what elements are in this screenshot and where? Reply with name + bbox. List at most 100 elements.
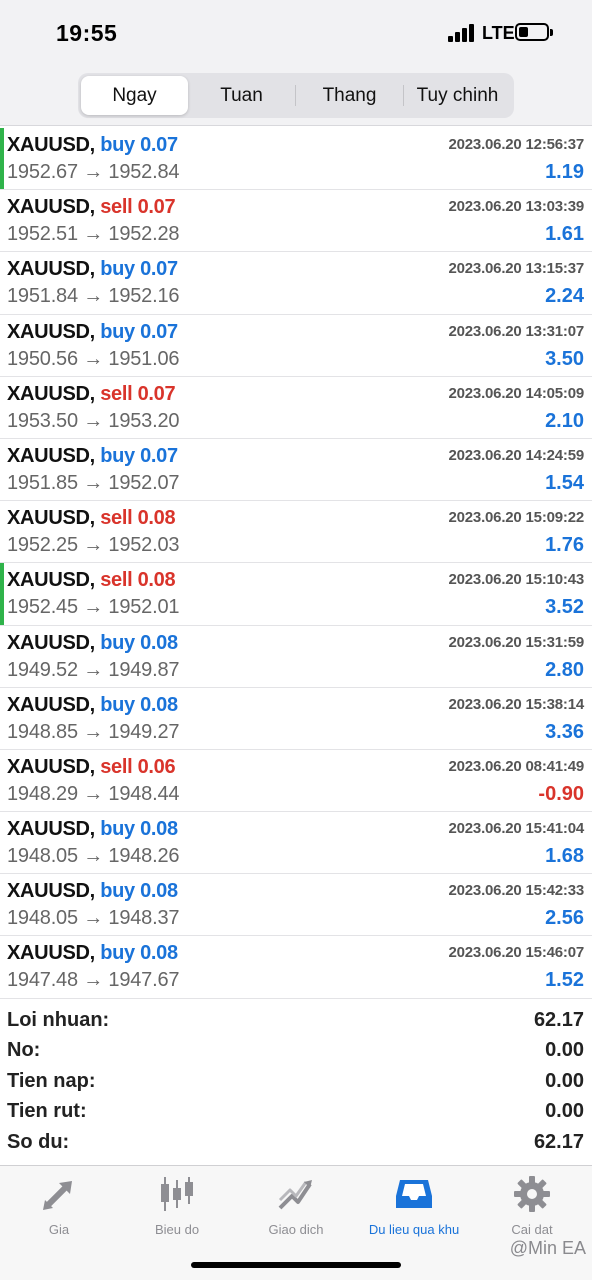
trade-time: 2023.06.20 15:42:33 [448,882,585,900]
symbol-name: XAUUSD, [7,631,95,654]
candlestick-icon [161,1177,193,1211]
trade-prices: 1952.67 → 1952.84 [7,161,180,183]
trade-prices: 1948.05 → 1948.37 [7,907,180,930]
tab-du-lieu-qua-khu[interactable]: Du lieu qua khu [355,1174,473,1244]
summary-label: Loi nhuan: [7,1009,110,1031]
trade-row[interactable]: XAUUSD, buy 0.08 2023.06.20 15:46:07 1947.… [0,936,592,999]
trade-symbol: XAUUSD, buy 0.08 [7,880,178,903]
period-segmented-control: Ngay Tuan Thang Tuy chinh [78,73,514,118]
segment-ngay[interactable]: Ngay [81,76,188,115]
tab-bieu-do[interactable]: Bieu do [118,1174,236,1244]
segment-thang[interactable]: Thang [296,76,403,115]
summary-row: Tien nap: 0.00 [0,1067,592,1097]
summary-value: 0.00 [545,1100,584,1123]
tab-cai-dat[interactable]: Cai dat [473,1174,591,1244]
network-type: LTE [482,23,515,43]
trade-time: 2023.06.20 15:46:07 [448,944,585,962]
trade-symbol: XAUUSD, buy 0.07 [7,134,178,157]
trade-symbol: XAUUSD, buy 0.08 [7,694,178,717]
trade-time: 2023.06.20 13:31:07 [448,322,585,340]
symbol-name: XAUUSD, [7,755,95,778]
trade-direction: sell 0.08 [100,507,176,530]
trade-time: 2023.06.20 14:24:59 [448,446,585,464]
trade-direction: buy 0.07 [100,134,178,156]
trade-time: 2023.06.20 15:09:22 [448,509,585,527]
status-time: 19:55 [56,20,118,46]
summary-label: No: [7,1039,41,1062]
summary-value: 62.17 [533,1130,584,1153]
trade-row[interactable]: XAUUSD, sell 0.08 2023.06.20 15:09:22 1952… [0,501,592,564]
symbol-name: XAUUSD, [7,818,95,841]
trade-history-list: XAUUSD, buy 0.07 2023.06.20 12:56:37 1952.… [0,128,592,999]
battery-icon [515,23,549,41]
tab-giao-dich[interactable]: Giao dich [237,1174,355,1244]
tab-label: Gia [48,1222,70,1237]
trade-row[interactable]: XAUUSD, buy 0.08 2023.06.20 15:42:33 1948.… [0,874,592,937]
symbol-name: XAUUSD, [7,320,95,343]
trade-row[interactable]: XAUUSD, sell 0.08 2023.06.20 15:10:43 1952… [0,563,592,626]
status-bar: 19:55 LTE [0,0,592,70]
tab-gia[interactable]: Gia [0,1174,118,1244]
trade-row[interactable]: XAUUSD, buy 0.07 2023.06.20 13:15:37 1951.… [0,252,592,315]
watermark: @Min EA [509,1238,586,1258]
summary-value: 0.00 [545,1039,584,1062]
trade-prices: 1950.56 → 1951.06 [7,347,180,370]
trade-chart-icon [278,1180,312,1210]
trade-profit: 1.54 [545,471,584,494]
trade-profit: 2.56 [545,907,584,930]
trade-row[interactable]: XAUUSD, buy 0.08 2023.06.20 15:41:04 1948.… [0,812,592,875]
segment-tuy-chinh[interactable]: Tuy chinh [404,76,511,115]
account-summary: Loi nhuan: 62.17 No: 0.00 Tien nap: 0.00 Tien … [0,1006,592,1158]
trade-direction: buy 0.08 [100,942,178,965]
symbol-name: XAUUSD, [7,258,95,281]
segment-tuan[interactable]: Tuan [188,76,295,115]
trade-row[interactable]: XAUUSD, buy 0.07 2023.06.20 13:31:07 1950.… [0,315,592,377]
trade-row[interactable]: XAUUSD, buy 0.07 2023.06.20 12:56:37 1952.… [0,128,592,191]
trade-direction: sell 0.06 [100,755,176,778]
trade-profit: 2.24 [545,285,584,308]
trade-prices: 1953.50 → 1953.20 [7,409,180,432]
trade-prices: 1952.45 → 1952.01 [7,596,180,619]
cellular-signal-icon [448,24,478,42]
period-header: Ngay Tuan Thang Tuy chinh [0,70,592,126]
trade-profit: 3.36 [545,720,584,743]
trade-row[interactable]: XAUUSD, buy 0.08 2023.06.20 15:38:14 1948.… [0,688,592,750]
trade-prices: 1948.85 → 1949.27 [7,720,180,743]
trade-symbol: XAUUSD, sell 0.07 [7,382,176,406]
trade-row[interactable]: XAUUSD, sell 0.07 2023.06.20 13:03:39 1952… [0,190,592,253]
summary-label: Tien nap: [7,1069,96,1092]
trade-row[interactable]: XAUUSD, sell 0.06 2023.06.20 08:41:49 1948… [0,750,592,813]
trade-direction: sell 0.07 [100,196,176,219]
trade-symbol: XAUUSD, buy 0.08 [7,632,178,655]
trade-profit: 3.50 [545,347,584,370]
trade-symbol: XAUUSD, buy 0.08 [7,818,178,841]
trade-prices: 1951.84 → 1952.16 [7,285,180,308]
trade-time: 2023.06.20 15:10:43 [448,571,585,589]
trade-profit: 1.76 [545,534,584,557]
trade-profit: 1.68 [545,845,584,868]
trade-symbol: XAUUSD, sell 0.06 [7,755,176,779]
trade-row[interactable]: XAUUSD, sell 0.07 2023.06.20 14:05:09 1953… [0,377,592,439]
trade-direction: buy 0.08 [100,880,178,903]
tab-label: Du lieu qua khu [368,1222,460,1237]
symbol-name: XAUUSD, [7,382,95,405]
trade-row[interactable]: XAUUSD, buy 0.07 2023.06.20 14:24:59 1951.… [0,439,592,502]
symbol-name: XAUUSD, [7,444,95,467]
trade-symbol: XAUUSD, buy 0.07 [7,258,178,281]
trade-symbol: XAUUSD, sell 0.07 [7,196,176,219]
trade-prices: 1952.51 → 1952.28 [7,223,180,246]
trade-time: 2023.06.20 15:31:59 [448,633,585,651]
trade-time: 2023.06.20 15:41:04 [448,820,585,838]
trade-time: 2023.06.20 13:15:37 [448,260,585,278]
trade-time: 2023.06.20 08:41:49 [448,757,585,775]
trade-symbol: XAUUSD, buy 0.08 [7,942,178,965]
trade-row[interactable]: XAUUSD, buy 0.08 2023.06.20 15:31:59 1949.… [0,626,592,688]
trade-direction: buy 0.07 [100,258,178,281]
trade-profit: 1.52 [545,969,584,992]
symbol-name: XAUUSD, [7,196,95,219]
symbol-name: XAUUSD, [7,693,95,716]
summary-label: Tien rut: [7,1100,87,1123]
trade-direction: buy 0.07 [100,444,178,467]
trade-symbol: XAUUSD, sell 0.08 [7,507,176,530]
trade-symbol: XAUUSD, buy 0.07 [7,321,178,344]
